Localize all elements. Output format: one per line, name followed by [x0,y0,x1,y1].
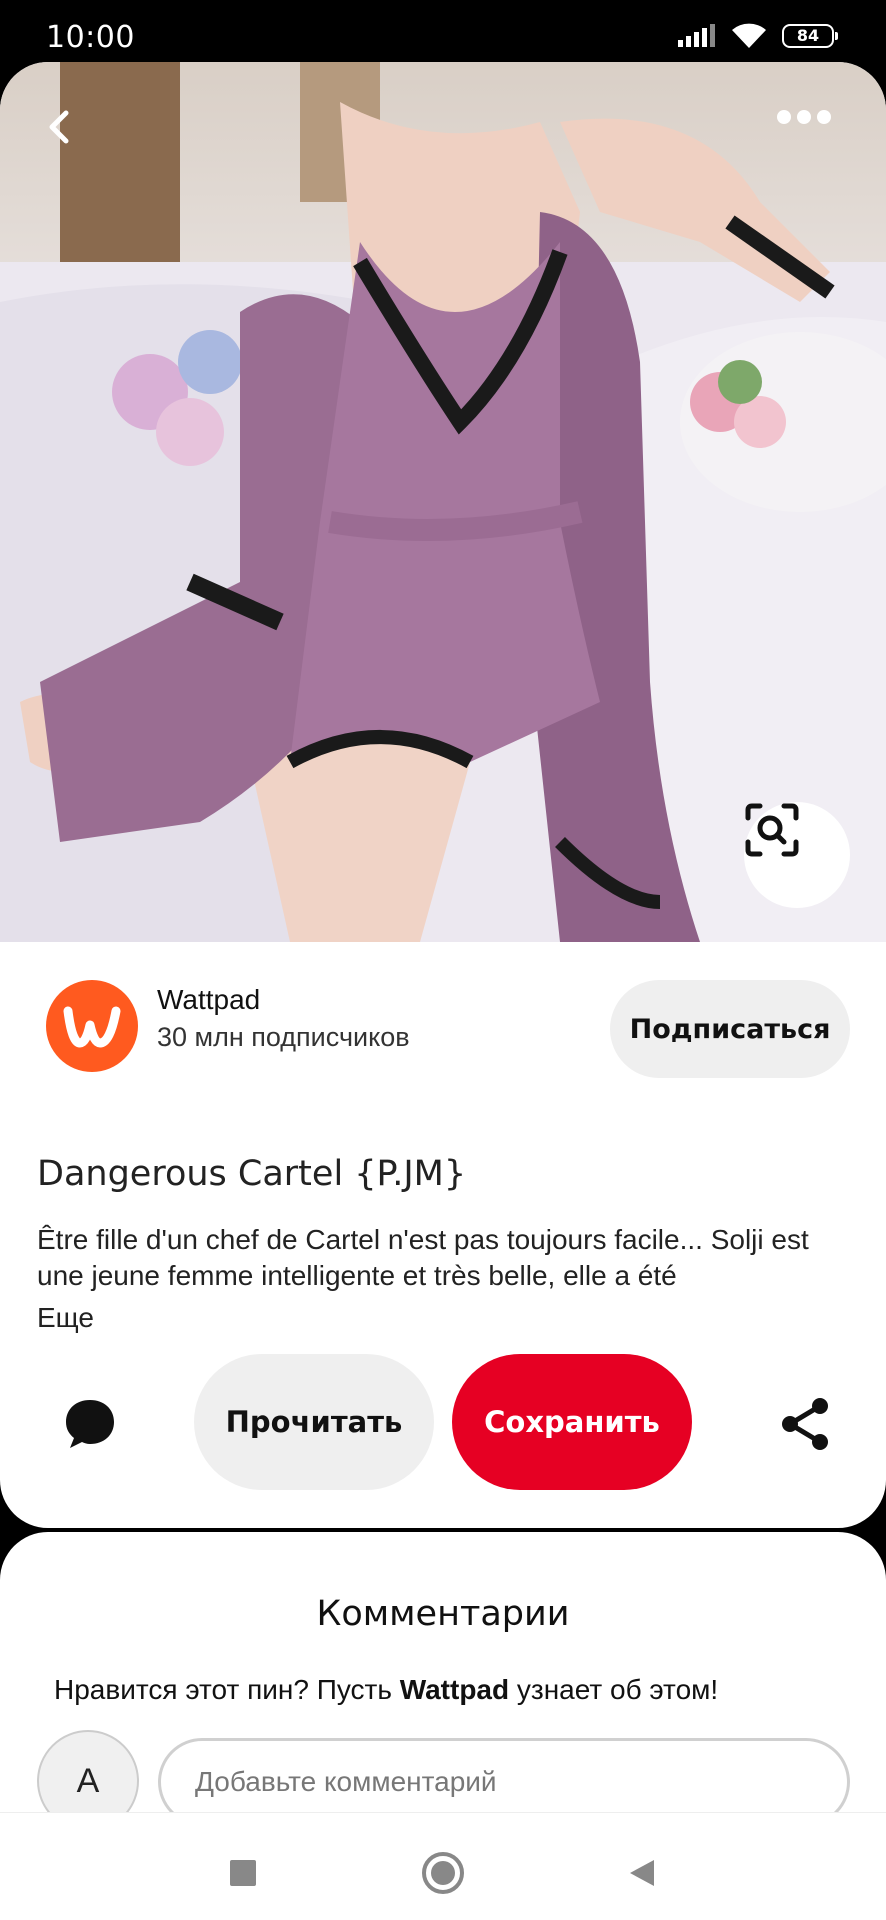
nav-back-button[interactable] [612,1843,672,1903]
creator-name[interactable]: Wattpad [157,984,260,1016]
creator-avatar[interactable] [46,980,138,1072]
pin-image[interactable] [0,62,886,942]
user-avatar[interactable]: A [37,1730,139,1812]
pin-title: Dangerous Cartel {P.JM} [37,1154,467,1194]
pin-description: Être fille d'un chef de Cartel n'est pas… [37,1224,809,1291]
pin-card: Wattpad 30 млн подписчиков Подписаться D… [0,62,886,1528]
status-bar: 10:00 84 [0,0,886,62]
comments-title: Комментарии [316,1594,570,1634]
comment-icon [66,1400,114,1448]
wattpad-logo-icon [63,1006,121,1048]
creator-followers: 30 млн подписчиков [157,1022,410,1052]
prompt-text-before: Нравится этот пин? Пусть [54,1674,400,1705]
more-icon [777,110,831,124]
follow-button[interactable]: Подписаться [610,980,850,1078]
comments-prompt: Нравится этот пин? Пусть Wattpad узнает … [54,1674,718,1706]
nav-recents-button[interactable] [213,1843,273,1903]
share-icon [782,1398,828,1450]
nav-home-button[interactable] [413,1843,473,1903]
more-button[interactable] [774,107,860,193]
nav-home-icon [422,1852,464,1894]
lens-icon [745,803,799,857]
signal-icon [678,24,715,47]
action-bar: Прочитать Сохранить [0,1352,886,1492]
save-button[interactable]: Сохранить [452,1354,692,1490]
back-button[interactable] [40,107,126,193]
share-button[interactable] [770,1388,842,1460]
creator-row: Wattpad 30 млн подписчиков Подписаться [0,972,886,1082]
visual-search-button[interactable] [744,802,850,908]
back-icon [49,110,69,144]
nav-back-icon [630,1860,654,1886]
prompt-text-after: узнает об этом! [509,1674,719,1705]
comment-input[interactable]: Добавьте комментарий [158,1738,850,1812]
comments-sheet: Комментарии Нравится этот пин? Пусть Wat… [0,1532,886,1812]
prompt-brand: Wattpad [399,1674,510,1705]
status-time: 10:00 [46,20,135,55]
nav-recents-icon [230,1860,256,1886]
more-link[interactable]: Еще [37,1302,94,1334]
wifi-icon [732,23,766,48]
battery-indicator: 84 [782,24,838,48]
status-icons: 84 [676,22,838,50]
read-button[interactable]: Прочитать [194,1354,434,1490]
system-nav-bar [0,1812,886,1920]
comment-button[interactable] [54,1388,126,1460]
